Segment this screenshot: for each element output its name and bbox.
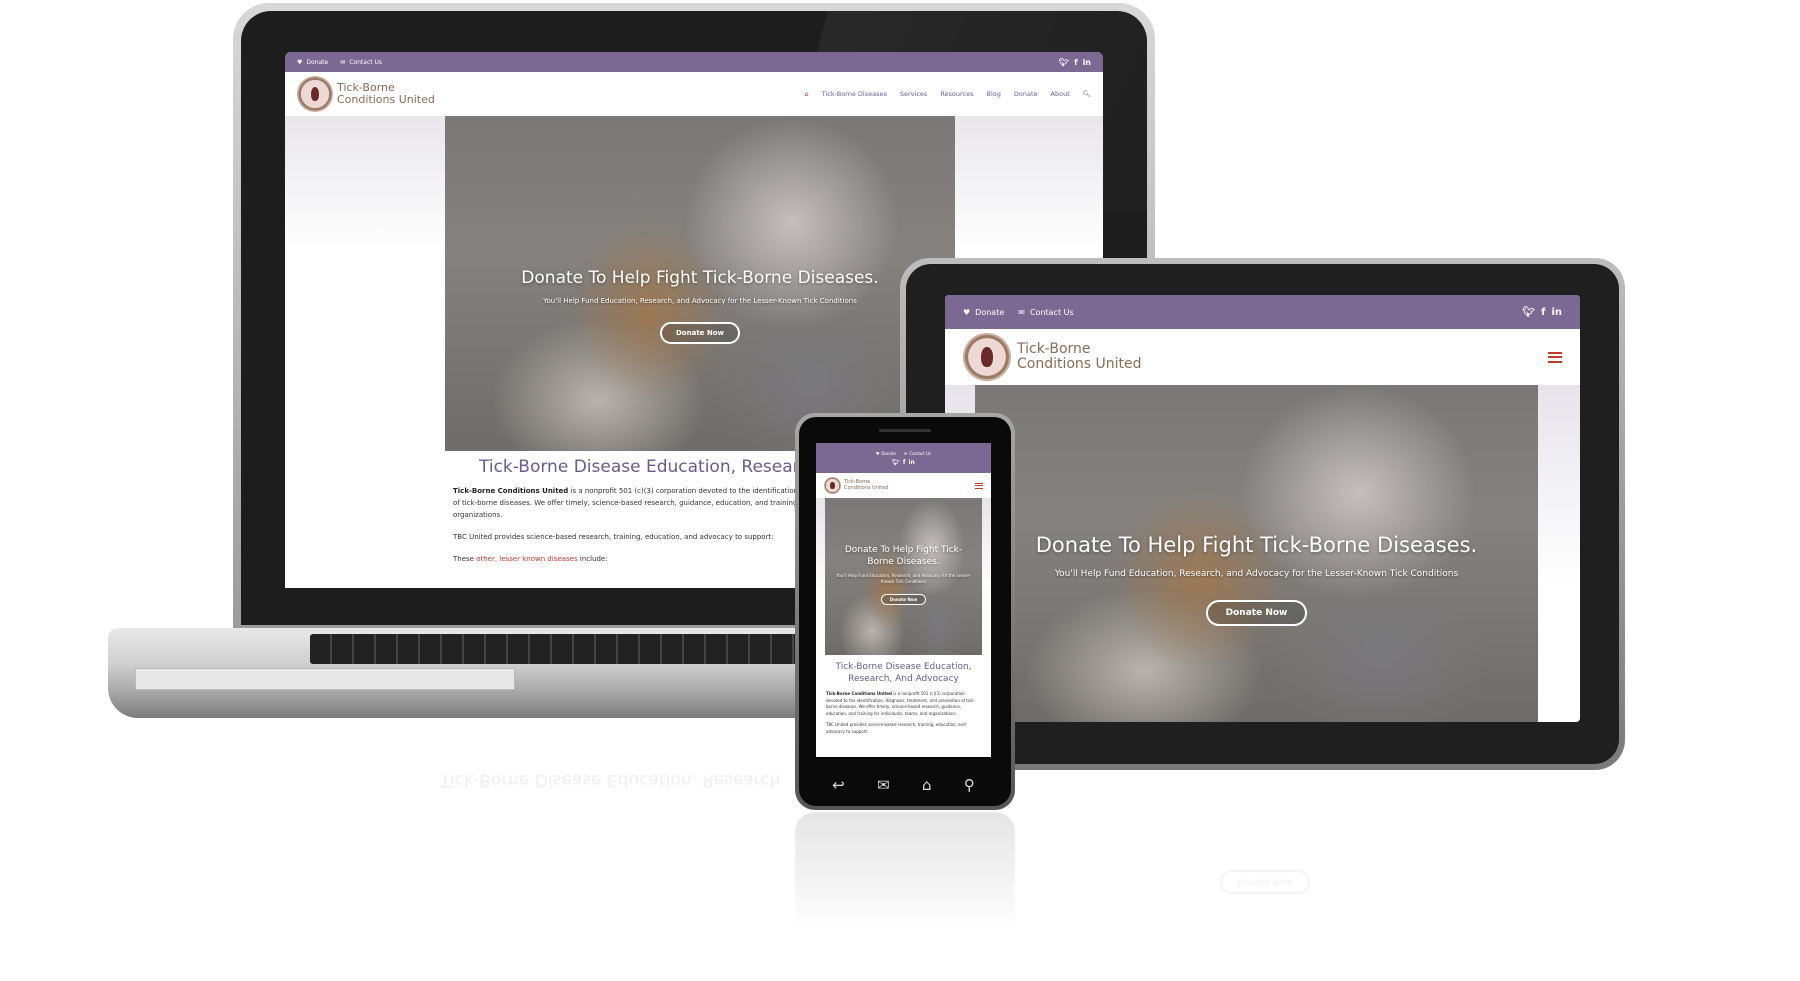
nav-donate[interactable]: Donate	[1014, 90, 1038, 98]
lesser-known-diseases-link[interactable]: other, lesser known diseases	[476, 555, 577, 563]
hero-title: Donate To Help Fight Tick-Borne Diseases…	[521, 268, 879, 288]
envelope-icon: ✉	[903, 450, 908, 456]
tablet-reflection: Donate Now	[1220, 870, 1310, 894]
phone-reflection	[795, 812, 1015, 932]
hero-banner: Donate To Help Fight Tick-Borne Diseases…	[445, 116, 955, 451]
heart-icon: ♥	[875, 450, 880, 456]
linkedin-icon[interactable]: in	[1551, 307, 1562, 318]
laptop-keyboard	[310, 634, 870, 664]
topbar: ♥ Donate ✉ Contact Us 🐦︎ f in	[285, 52, 1103, 72]
topbar-contact-link[interactable]: ✉ Contact Us	[340, 59, 382, 66]
tick-seal-icon	[297, 76, 333, 112]
tick-seal-icon	[963, 333, 1011, 381]
heart-icon: ♥	[963, 307, 971, 317]
phone-nav-bar: ↩ ✉ ⌂ ⚲	[816, 770, 991, 800]
envelope-icon: ✉	[1018, 307, 1025, 317]
nav-about[interactable]: About	[1051, 90, 1070, 98]
nav-resources[interactable]: Resources	[940, 90, 973, 98]
site-logo[interactable]: Tick-Borne Conditions United	[963, 333, 1142, 381]
site-header: Tick-Borne Conditions United	[945, 329, 1580, 385]
support-paragraph: TBC United provides science-based resear…	[826, 722, 966, 734]
hero-title: Donate To Help Fight Tick-Borne Diseases…	[844, 545, 963, 567]
facebook-icon[interactable]: f	[1074, 58, 1077, 67]
facebook-icon[interactable]: f	[1541, 307, 1545, 318]
search-icon[interactable]: ⚲	[964, 776, 975, 794]
mail-icon[interactable]: ✉	[877, 776, 890, 794]
laptop-palmrest	[135, 668, 515, 690]
topbar: ♥ Donate ✉ Contact Us 🐦︎ f in	[945, 295, 1580, 329]
tick-seal-icon	[824, 477, 841, 494]
tablet-website: ♥ Donate ✉ Contact Us 🐦︎ f in Tick-Borne…	[945, 295, 1580, 722]
topbar-contact-link[interactable]: ✉ Contact Us	[904, 451, 931, 456]
nav-services[interactable]: Services	[900, 90, 927, 98]
donate-now-button[interactable]: Donate Now	[1205, 600, 1308, 626]
site-header: Tick-Borne Conditions United	[816, 473, 991, 498]
home-icon[interactable]: ⌂	[805, 90, 809, 98]
hero-subtitle: You'll Help Fund Education, Research, an…	[543, 297, 857, 305]
search-icon[interactable]: 🔍︎	[1083, 90, 1091, 98]
phone-speaker	[879, 429, 931, 432]
twitter-icon[interactable]: 🐦︎	[1059, 58, 1069, 67]
hero-subtitle: You'll Help Fund Education, Research, an…	[836, 573, 971, 584]
topbar-donate-link[interactable]: ♥ Donate	[963, 308, 1004, 317]
hamburger-menu-icon[interactable]	[975, 482, 983, 489]
content-section: Tick-Borne Disease Education, Research, …	[816, 655, 991, 741]
intro-paragraph: Tick-Borne Conditions United is a nonpro…	[826, 691, 975, 716]
topbar: ♥ Donate ✉ Contact Us 🐦︎ f in	[816, 443, 991, 473]
home-icon[interactable]: ⌂	[922, 776, 932, 794]
site-logo[interactable]: Tick-Borne Conditions United	[297, 76, 435, 112]
site-logo[interactable]: Tick-Borne Conditions United	[824, 477, 888, 494]
laptop-reflection: Tick-Borne Disease Education, Research	[440, 770, 781, 790]
phone-website: ♥ Donate ✉ Contact Us 🐦︎ f in Tick-Borne…	[816, 443, 991, 757]
heart-icon: ♥	[297, 58, 303, 66]
twitter-icon[interactable]: 🐦︎	[1522, 307, 1535, 318]
linkedin-icon[interactable]: in	[1083, 58, 1091, 67]
donate-now-button[interactable]: Donate Now	[660, 322, 740, 344]
hero-banner: Donate To Help Fight Tick-Borne Diseases…	[825, 498, 982, 655]
nav-blog[interactable]: Blog	[987, 90, 1001, 98]
site-header: Tick-Borne Conditions United ⌂ Tick-Born…	[285, 72, 1103, 116]
topbar-donate-link[interactable]: ♥ Donate	[876, 451, 896, 456]
main-nav: ⌂ Tick-Borne Diseases Services Resources…	[805, 90, 1091, 98]
twitter-icon[interactable]: 🐦︎	[892, 459, 900, 466]
topbar-donate-link[interactable]: ♥ Donate	[297, 59, 328, 66]
linkedin-icon[interactable]: in	[908, 459, 914, 466]
hero-banner: Donate To Help Fight Tick-Borne Diseases…	[975, 385, 1538, 722]
topbar-contact-link[interactable]: ✉ Contact Us	[1018, 308, 1073, 317]
facebook-icon[interactable]: f	[903, 459, 906, 466]
hamburger-menu-icon[interactable]	[1548, 351, 1562, 363]
hero-subtitle: You'll Help Fund Education, Research, an…	[1054, 569, 1459, 579]
envelope-icon: ✉	[340, 58, 346, 66]
nav-tick-borne-diseases[interactable]: Tick-Borne Diseases	[822, 90, 887, 98]
content-heading: Tick-Borne Disease Education, Research, …	[835, 662, 972, 684]
back-icon[interactable]: ↩	[832, 776, 845, 794]
donate-now-button[interactable]: Donate Now	[880, 594, 927, 605]
hero-title: Donate To Help Fight Tick-Borne Diseases…	[1035, 533, 1478, 557]
